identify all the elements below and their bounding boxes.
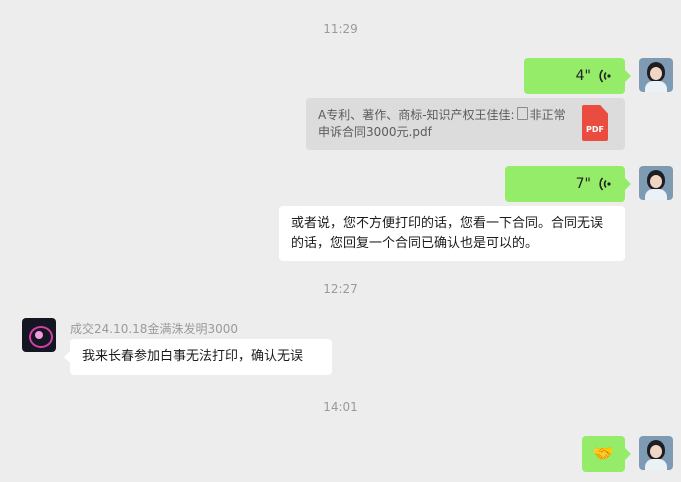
file-message[interactable]: A专利、著作、商标-知识产权王佳佳: 非正常申诉合同3000元.pdf PDF — [306, 98, 625, 150]
file-sender-label: A专利、著作、商标-知识产权王佳佳: — [318, 108, 515, 122]
file-name: A专利、著作、商标-知识产权王佳佳: 非正常申诉合同3000元.pdf — [318, 107, 576, 141]
timestamp: 12:27 — [323, 282, 358, 296]
voice-duration: 7" — [575, 176, 591, 192]
sender-name: 成交24.10.18金满洙发明3000 — [70, 322, 238, 336]
voice-wave-icon — [599, 177, 611, 191]
avatar[interactable] — [639, 166, 673, 200]
avatar[interactable] — [639, 58, 673, 92]
pdf-badge: PDF — [586, 125, 604, 134]
timestamp: 11:29 — [323, 22, 358, 36]
avatar[interactable] — [639, 436, 673, 470]
message-bubble[interactable]: 我来长春参加白事无法打印，确认无误 — [64, 339, 332, 375]
handshake-icon: 🤝 — [592, 444, 615, 464]
message-bubble[interactable]: 或者说，您不方便打印的话，您看一下合同。合同无误的话，您回复一个合同已确认也是可… — [279, 206, 625, 261]
voice-message[interactable]: 4" — [524, 58, 631, 94]
message-text: 或者说，您不方便打印的话，您看一下合同。合同无误的话，您回复一个合同已确认也是可… — [291, 216, 604, 251]
voice-wave-icon — [599, 69, 611, 83]
pdf-file-icon: PDF — [582, 105, 608, 141]
timestamp: 14:01 — [323, 400, 358, 414]
emoji-message[interactable]: 🤝 — [582, 436, 631, 472]
voice-duration: 4" — [575, 68, 591, 84]
avatar[interactable] — [22, 318, 56, 352]
voice-message[interactable]: 7" — [505, 166, 631, 202]
message-text: 我来长春参加白事无法打印，确认无误 — [82, 349, 304, 364]
document-icon — [516, 107, 528, 120]
